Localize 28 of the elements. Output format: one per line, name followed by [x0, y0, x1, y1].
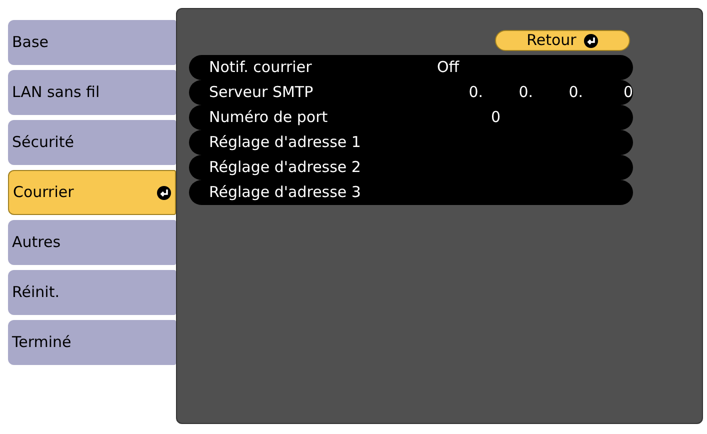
menu-tab[interactable]: LAN sans fil	[8, 70, 176, 115]
setting-label: Réglage d'adresse 1	[209, 135, 362, 150]
menu-tab[interactable]: Terminé	[8, 320, 176, 365]
ip-octet: 0.	[468, 85, 483, 100]
enter-icon	[157, 186, 171, 200]
setting-label: Réglage d'adresse 3	[209, 185, 362, 200]
settings-row[interactable]: Numéro de port 0	[189, 105, 633, 130]
ip-octet: 0.	[518, 85, 533, 100]
settings-row[interactable]: Serveur SMTP 0. 0. 0. 0	[189, 80, 633, 105]
setting-label: Notif. courrier	[209, 60, 313, 75]
menu-tab[interactable]: Autres	[8, 220, 176, 265]
enter-icon	[584, 34, 598, 48]
setting-value: Off	[437, 60, 460, 75]
ip-octet: 0	[622, 85, 633, 100]
settings-row[interactable]: Réglage d'adresse 2	[189, 155, 633, 180]
settings-row[interactable]: Réglage d'adresse 3	[189, 180, 633, 205]
setting-label: Numéro de port	[209, 110, 329, 125]
menu-tab[interactable]: Base	[8, 20, 176, 65]
back-button[interactable]: Retour	[495, 30, 630, 51]
setting-label: Réglage d'adresse 2	[209, 160, 362, 175]
ip-octet: 0.	[568, 85, 583, 100]
setting-label: Serveur SMTP	[209, 85, 314, 100]
setting-value: 0	[491, 110, 501, 125]
menu-tab[interactable]: Courrier	[8, 170, 176, 215]
settings-row[interactable]: Notif. courrier Off	[189, 55, 633, 80]
menu-tab[interactable]: Sécurité	[8, 120, 176, 165]
settings-row[interactable]: Réglage d'adresse 1	[189, 130, 633, 155]
menu-tab[interactable]: Réinit.	[8, 270, 176, 315]
